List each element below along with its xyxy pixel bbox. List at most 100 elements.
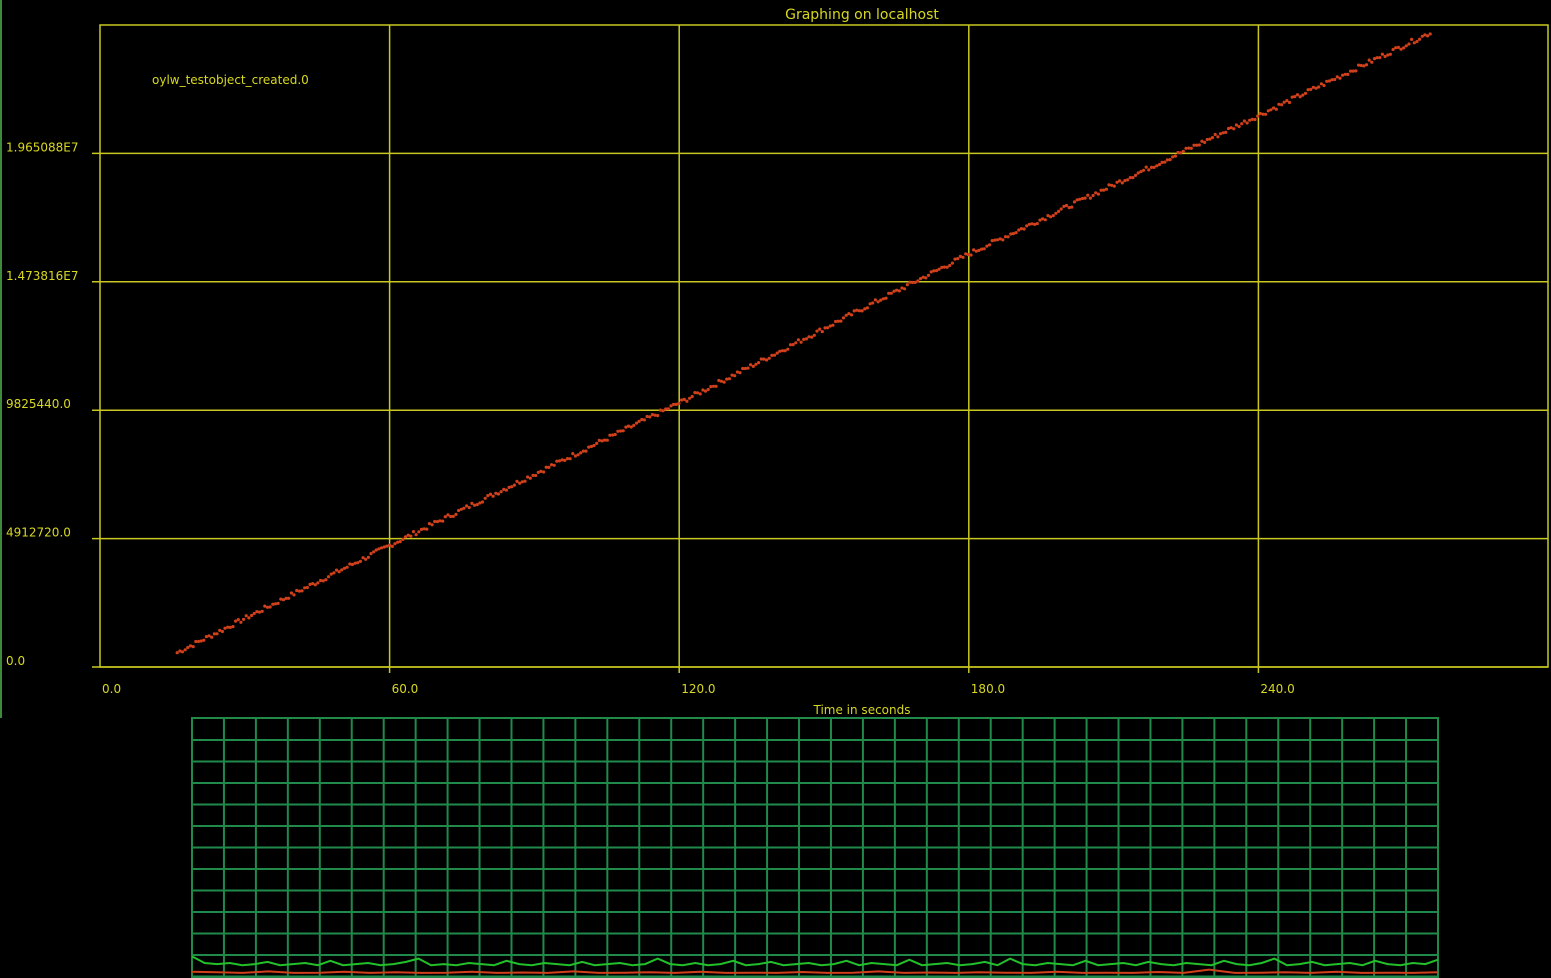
series-point [520, 480, 524, 484]
series-point [1303, 91, 1308, 95]
series-point [1426, 34, 1430, 38]
series-point [393, 542, 397, 546]
series-point [871, 301, 875, 305]
series-point [956, 257, 960, 261]
series-point [364, 557, 368, 561]
series-point [512, 483, 517, 487]
series-point [542, 470, 546, 474]
series-point [895, 288, 899, 292]
series-point [1404, 44, 1408, 48]
series-point [860, 309, 864, 313]
series-point [1407, 42, 1411, 46]
series-point [199, 639, 203, 643]
y-axis-ticks: 0.0 4912720.0 9825440.0 1.473816E7 1.965088E… [6, 140, 78, 668]
series-point [552, 463, 556, 467]
series-point [250, 613, 254, 618]
series-point [555, 459, 559, 463]
series-point [438, 519, 442, 523]
series-point [337, 570, 341, 574]
series-point [1173, 154, 1177, 158]
series-point [831, 323, 835, 327]
series-point [568, 457, 572, 461]
series-point [1165, 158, 1169, 162]
series-point [844, 313, 848, 317]
series-point [849, 313, 854, 317]
series-point [1234, 123, 1238, 127]
series-point [1104, 187, 1108, 191]
series-point [961, 255, 965, 259]
series-point [1391, 47, 1395, 52]
series-point [1213, 132, 1217, 137]
series-point [1112, 184, 1116, 188]
series-point [242, 617, 246, 622]
y-tick-label: 0.0 [6, 654, 25, 668]
y-tick-label: 1.473816E7 [6, 269, 78, 283]
series-point [812, 333, 816, 337]
x-tick-label: 0.0 [102, 682, 121, 696]
series-point [969, 253, 973, 257]
x-tick-label: 180.0 [971, 682, 1005, 696]
series-point [703, 389, 708, 393]
series-point [1402, 46, 1406, 50]
series-point [690, 394, 694, 399]
x-axis-label: Time in seconds [813, 703, 911, 717]
series-point [358, 559, 362, 564]
series-point [1306, 88, 1310, 92]
series-point [1322, 83, 1326, 88]
series-point [1054, 211, 1058, 215]
series-point [480, 500, 485, 504]
series-point [451, 514, 455, 519]
series-point [210, 635, 214, 639]
series-point [810, 335, 814, 339]
series-point [220, 629, 224, 634]
series-point [799, 340, 803, 344]
series-point [1123, 179, 1127, 183]
series-point [645, 414, 649, 419]
series-point [1022, 227, 1026, 231]
series-point [841, 316, 846, 320]
series-point [1025, 224, 1029, 228]
series-point [642, 418, 647, 422]
series-point [539, 469, 543, 473]
series-point [313, 583, 317, 587]
series-point [1086, 193, 1090, 197]
series-point [515, 479, 519, 483]
series-point [820, 330, 824, 334]
series-point [300, 589, 304, 593]
series-point [1096, 192, 1100, 196]
series-point [725, 377, 729, 381]
series-point [932, 269, 936, 273]
series-point [682, 397, 686, 401]
series-point [807, 335, 811, 339]
series-point [757, 361, 761, 365]
series-point [1070, 205, 1074, 209]
series-point [403, 535, 408, 539]
series-point [587, 445, 591, 449]
series-point [369, 552, 373, 556]
series-point [1203, 140, 1207, 144]
series-point [523, 479, 527, 483]
series-point [783, 349, 787, 353]
series-point [1118, 179, 1122, 183]
series-point [467, 506, 471, 510]
series-point [1131, 176, 1135, 180]
series-point [772, 353, 777, 357]
x-tick-label: 60.0 [392, 682, 419, 696]
series-point [1394, 46, 1398, 50]
series-point [592, 443, 596, 448]
series-point [839, 319, 843, 323]
series-point [990, 239, 994, 243]
series-point [289, 591, 293, 595]
series-point [1157, 162, 1162, 167]
series-point [826, 326, 830, 330]
series-point [796, 338, 801, 342]
series-point [1144, 165, 1148, 169]
series-point [579, 451, 583, 455]
series-point [775, 351, 779, 355]
series-point [1216, 135, 1220, 139]
series-point [778, 349, 782, 353]
series-point [401, 537, 405, 542]
series-point [411, 530, 416, 534]
series-point [1120, 181, 1124, 185]
series-point [1197, 143, 1201, 147]
